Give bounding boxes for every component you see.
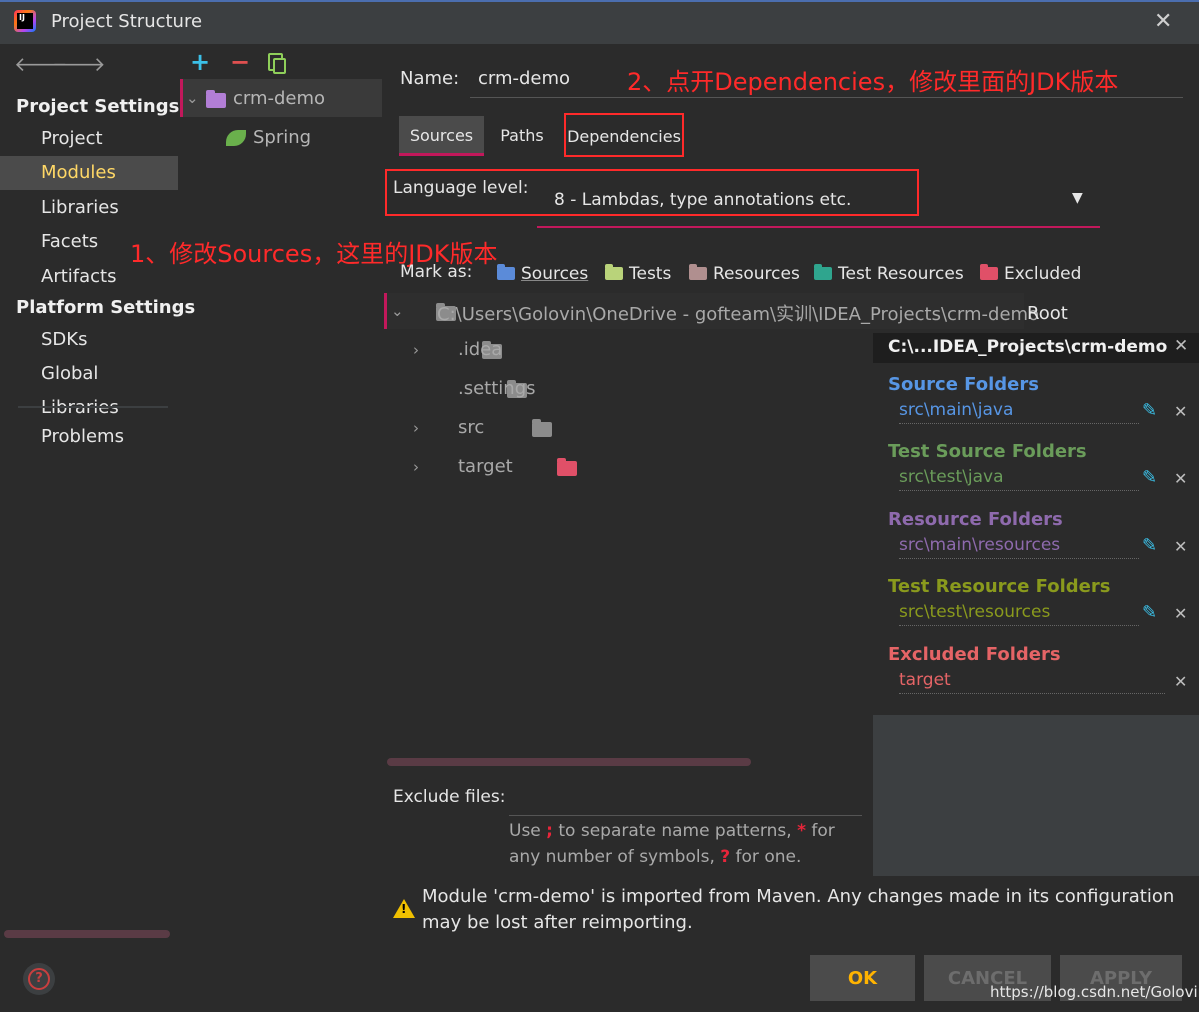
excluded-folders-title: Excluded Folders bbox=[888, 644, 1061, 665]
tests-folder-icon bbox=[605, 264, 623, 280]
chevron-right-icon[interactable]: › bbox=[413, 419, 419, 437]
content-root-title: C:\...IDEA_Projects\crm-demo bbox=[888, 337, 1168, 357]
spring-leaf-icon bbox=[226, 130, 246, 146]
mark-as-resources[interactable]: Resources bbox=[689, 264, 800, 284]
content-root-path: C:\Users\Golovin\OneDrive - gofteam\实训\I… bbox=[437, 304, 1040, 325]
forward-arrow-icon[interactable]: 🡒 bbox=[52, 52, 106, 76]
remove-folder-icon[interactable]: ✕ bbox=[1174, 672, 1187, 691]
language-level-select[interactable]: 8 - Lambdas, type annotations etc. bbox=[554, 190, 851, 210]
sidebar-item-modules[interactable]: Modules bbox=[0, 156, 178, 190]
annotation-dependencies: 2、点开Dependencies，修改里面的JDK版本 bbox=[627, 68, 1119, 96]
chevron-down-icon[interactable]: ⌄ bbox=[186, 89, 199, 107]
sidebar-item-sdks[interactable]: SDKs bbox=[0, 323, 178, 357]
chevron-right-icon[interactable]: › bbox=[413, 341, 419, 359]
name-label: Name: bbox=[400, 68, 460, 89]
window-title: Project Structure bbox=[51, 11, 203, 32]
source-folders-title: Source Folders bbox=[888, 374, 1039, 395]
warning-mark: ! bbox=[401, 902, 407, 916]
facet-spring[interactable]: Spring bbox=[253, 127, 311, 148]
name-value: crm-demo bbox=[478, 68, 571, 89]
tree-item-src[interactable]: src bbox=[458, 417, 484, 438]
sidebar-item-project[interactable]: Project bbox=[0, 122, 178, 156]
help-button[interactable]: ? bbox=[23, 963, 55, 995]
mark-as-tests[interactable]: Tests bbox=[605, 264, 671, 284]
edit-pencil-icon[interactable]: ✎ bbox=[1142, 535, 1157, 556]
sidebar-divider bbox=[18, 406, 168, 408]
resource-folder-path: src\main\resources bbox=[899, 535, 1139, 559]
mark-as-sources[interactable]: Sources bbox=[497, 264, 588, 284]
tree-item-settings[interactable]: .settings bbox=[458, 378, 536, 399]
copy-icon[interactable] bbox=[268, 53, 286, 74]
intellij-logo-icon: IJ bbox=[14, 10, 36, 32]
remove-folder-icon[interactable]: ✕ bbox=[1174, 604, 1187, 623]
excluded-folder-path: target bbox=[899, 670, 1165, 694]
resources-folder-icon bbox=[689, 264, 707, 280]
test-resource-folders-title: Test Resource Folders bbox=[888, 576, 1111, 597]
excluded-folder-icon bbox=[557, 458, 578, 476]
exclude-files-input[interactable] bbox=[509, 778, 862, 816]
mark-as-test-resources[interactable]: Test Resources bbox=[814, 264, 964, 284]
resource-folders-title: Resource Folders bbox=[888, 509, 1063, 530]
sidebar-scrollbar[interactable] bbox=[4, 930, 170, 938]
source-folder-path: src\main\java bbox=[899, 400, 1139, 424]
edit-pencil-icon[interactable]: ✎ bbox=[1142, 467, 1157, 488]
module-folder-icon bbox=[206, 90, 226, 108]
test-source-folder-path: src\test\java bbox=[899, 467, 1139, 491]
test-source-folders-title: Test Source Folders bbox=[888, 441, 1087, 462]
sidebar-item-global-libraries[interactable]: Global Libraries bbox=[0, 357, 178, 418]
remove-content-root-icon[interactable]: ✕ bbox=[1174, 336, 1188, 356]
test-resource-folder-path: src\test\resources bbox=[899, 602, 1139, 626]
tab-dependencies[interactable]: Dependencies bbox=[564, 113, 684, 157]
dropdown-arrow-icon[interactable]: ▼ bbox=[1072, 190, 1083, 206]
exclude-files-label: Exclude files: bbox=[393, 787, 506, 807]
remove-icon[interactable]: − bbox=[230, 48, 250, 76]
language-level-label: Language level: bbox=[393, 178, 529, 198]
ok-button[interactable]: OK bbox=[810, 955, 915, 1001]
help-icon: ? bbox=[28, 968, 50, 990]
tab-paths[interactable]: Paths bbox=[490, 116, 554, 156]
excluded-folder-icon bbox=[980, 264, 998, 280]
test-resources-folder-icon bbox=[814, 264, 832, 280]
chevron-right-icon[interactable]: › bbox=[413, 458, 419, 476]
edit-pencil-icon[interactable]: ✎ bbox=[1142, 602, 1157, 623]
tab-sources[interactable]: Sources bbox=[399, 116, 484, 156]
add-icon[interactable]: + bbox=[190, 48, 210, 76]
folder-icon bbox=[532, 419, 553, 437]
language-level-underline bbox=[537, 226, 1100, 228]
chevron-down-icon[interactable]: ⌄ bbox=[391, 302, 404, 320]
close-window-icon[interactable]: ✕ bbox=[1154, 9, 1172, 34]
sidebar-item-problems[interactable]: Problems bbox=[0, 420, 178, 454]
remove-folder-icon[interactable]: ✕ bbox=[1174, 469, 1187, 488]
tree-item-target[interactable]: target bbox=[458, 456, 513, 477]
edit-pencil-icon[interactable]: ✎ bbox=[1142, 400, 1157, 421]
sidebar-item-libraries[interactable]: Libraries bbox=[0, 191, 178, 225]
mark-as-excluded[interactable]: Excluded bbox=[980, 264, 1081, 284]
root-label: Root bbox=[1027, 303, 1068, 324]
remove-folder-icon[interactable]: ✕ bbox=[1174, 537, 1187, 556]
mark-as-label: Mark as: bbox=[400, 262, 473, 282]
project-settings-header: Project Settings bbox=[16, 96, 180, 117]
module-name: crm-demo bbox=[233, 88, 326, 109]
remove-folder-icon[interactable]: ✕ bbox=[1174, 402, 1187, 421]
watermark: https://blog.csdn.net/Golovin bbox=[990, 983, 1199, 1001]
tree-item-idea[interactable]: .idea bbox=[458, 339, 502, 360]
exclude-files-help: Use ; to separate name patterns, * for a… bbox=[509, 821, 835, 867]
maven-import-warning: Module 'crm-demo' is imported from Maven… bbox=[422, 886, 1175, 933]
tree-horizontal-scrollbar[interactable] bbox=[387, 758, 751, 766]
platform-settings-header: Platform Settings bbox=[16, 297, 196, 318]
sources-folder-icon bbox=[497, 264, 515, 280]
